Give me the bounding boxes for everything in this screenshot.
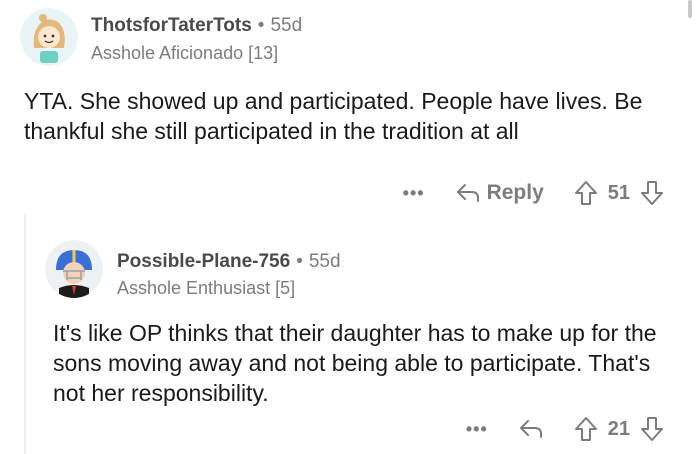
upvote-arrow-icon[interactable] [574,416,598,442]
comment-header: Possible-Plane-756 • 55d [117,251,341,273]
meta-separator: • [296,251,303,272]
upvote-arrow-icon[interactable] [574,180,598,206]
more-options-button[interactable]: ••• [403,183,425,204]
vote-count: 21 [607,417,630,440]
reply-label: Reply [486,181,544,204]
comment-age[interactable]: 55d [270,15,302,36]
user-flair: Asshole Enthusiast [5] [117,278,296,298]
reply-button[interactable] [518,418,544,440]
comment-body: It's like OP thinks that their daughter … [53,320,657,406]
reply-arrow-icon [456,184,479,202]
comment-actions: ••• Reply 51 [403,180,664,206]
reply-button[interactable]: Reply [455,181,544,205]
downvote-arrow-icon[interactable] [640,416,664,442]
avatar-icon [20,8,78,66]
user-flair: Asshole Aficionado [13] [91,43,279,63]
username-link[interactable]: ThotsforTaterTots [91,15,252,36]
comment-body: YTA. She showed up and participated. Peo… [24,88,643,144]
comment: ThotsforTaterTots • 55d Asshole Aficionado… [0,0,700,220]
comment-header: ThotsforTaterTots • 55d [91,15,302,37]
comment-reply: Possible-Plane-756 • 55d Asshole Enthusias… [0,222,700,454]
vote-controls: 21 [574,416,664,442]
avatar[interactable] [20,8,78,66]
avatar-icon [45,240,103,298]
reply-arrow-icon [519,420,542,438]
downvote-arrow-icon[interactable] [640,180,664,206]
username-link[interactable]: Possible-Plane-756 [117,251,290,272]
comment-actions: ••• 21 [466,416,664,442]
meta-separator: • [257,15,265,36]
vote-controls: 51 [574,180,664,206]
more-options-button[interactable]: ••• [466,419,488,440]
vote-count: 51 [607,181,630,204]
comment-age[interactable]: 55d [309,251,341,272]
avatar[interactable] [45,240,103,298]
